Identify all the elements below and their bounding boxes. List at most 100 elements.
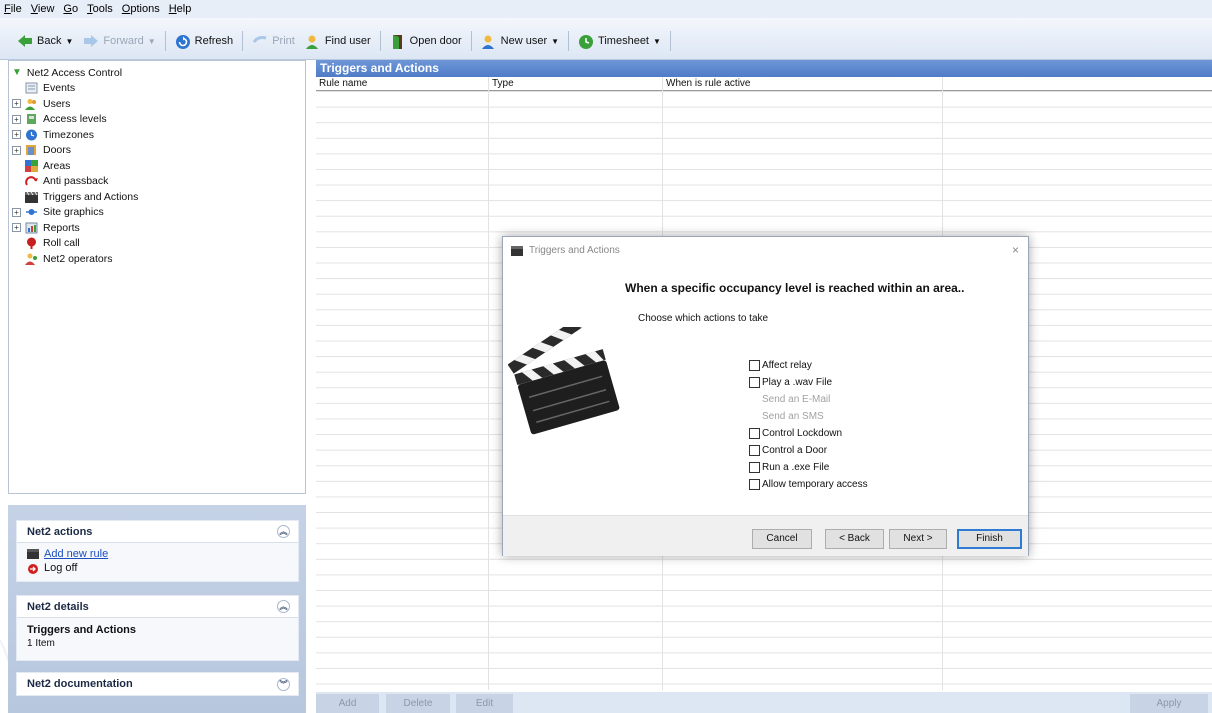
cancel-button[interactable]: Cancel	[752, 529, 812, 549]
tree-item-net2-operators[interactable]: Net2 operators	[9, 251, 305, 267]
dialog-footer: Cancel < Back Next > Finish	[503, 515, 1028, 556]
menu-file[interactable]: File	[4, 3, 22, 15]
tree-item-access-levels[interactable]: + Access levels	[9, 112, 305, 128]
tree-item-label: Site graphics	[43, 206, 104, 219]
option-control-lockdown[interactable]: Control Lockdown	[749, 425, 868, 442]
tree-item-areas[interactable]: Areas	[9, 158, 305, 174]
tree-item-label: Areas	[43, 159, 71, 172]
tree-item-doors[interactable]: + Doors	[9, 143, 305, 159]
log-off-label[interactable]: Log off	[44, 562, 77, 574]
add-button[interactable]: Add	[316, 694, 379, 713]
expand-icon[interactable]: +	[12, 114, 21, 124]
roll-call-icon	[25, 237, 38, 250]
option-label: Send an SMS	[762, 411, 824, 422]
option-label: Control a Door	[762, 445, 828, 456]
close-icon[interactable]: ×	[1012, 243, 1019, 257]
tree-item-reports[interactable]: + Reports	[9, 220, 305, 236]
tree-item-users[interactable]: + Users	[9, 96, 305, 112]
option-control-a-door[interactable]: Control a Door	[749, 442, 868, 459]
option-label: Play a .wav File	[762, 377, 833, 388]
checkbox[interactable]	[749, 445, 760, 456]
open-door-label: Open door	[409, 35, 462, 47]
clapperboard-icon	[511, 245, 523, 256]
finish-button[interactable]: Finish	[957, 529, 1022, 549]
menu-go[interactable]: Go	[63, 3, 78, 15]
collapse-icon[interactable]: ︽	[277, 525, 290, 538]
column-header-rule-name[interactable]: Rule name	[316, 77, 489, 90]
delete-button[interactable]: Delete	[386, 694, 450, 713]
tree-item-label: Reports	[43, 221, 80, 234]
tree-item-site-graphics[interactable]: + Site graphics	[9, 205, 305, 221]
apply-button[interactable]: Apply	[1130, 694, 1208, 713]
chevron-down-icon[interactable]: ▼	[148, 37, 156, 46]
expand-icon[interactable]: +	[12, 130, 21, 140]
next-button[interactable]: Next >	[889, 529, 947, 549]
net2-actions-title: Net2 actions	[27, 525, 93, 538]
dialog-subheading: Choose which actions to take	[638, 313, 769, 324]
option-run-a-exe-file[interactable]: Run a .exe File	[749, 459, 868, 476]
expand-icon[interactable]: +	[12, 99, 21, 109]
chevron-down-icon[interactable]: ▼	[551, 37, 559, 46]
tree-item-timezones[interactable]: + Timezones	[9, 127, 305, 143]
option-affect-relay[interactable]: Affect relay	[749, 357, 868, 374]
tree-item-roll-call[interactable]: Roll call	[9, 236, 305, 252]
edit-button[interactable]: Edit	[456, 694, 513, 713]
option-play-a-wav-file[interactable]: Play a .wav File	[749, 374, 868, 391]
refresh-icon	[175, 34, 191, 49]
action-options: Affect relay Play a .wav File Send an E-Ma…	[749, 357, 868, 493]
net2-details-header[interactable]: Net2 details ︽	[17, 596, 298, 618]
checkbox[interactable]	[749, 462, 760, 473]
option-allow-temporary-access[interactable]: Allow temporary access	[749, 476, 868, 493]
chevron-down-icon[interactable]: ▼	[65, 37, 73, 46]
details-count: 1 Item	[27, 638, 55, 649]
tree-item-label: Events	[43, 82, 76, 95]
expand-icon[interactable]: +	[12, 145, 21, 155]
add-new-rule-link[interactable]: Add new rule	[27, 547, 288, 561]
menu-tools[interactable]: Tools	[87, 3, 113, 15]
net2-actions-header[interactable]: Net2 actions ︽	[17, 521, 298, 543]
back-button[interactable]: Back ▼	[12, 32, 78, 50]
find-user-label: Find user	[324, 35, 371, 47]
toolbar-separator	[164, 31, 166, 51]
clock-icon	[578, 34, 594, 49]
tree-item-anti-passback[interactable]: Anti passback	[9, 174, 305, 190]
door-icon	[390, 34, 406, 49]
net2-details-title: Net2 details	[27, 600, 89, 613]
log-off-link[interactable]: Log off	[27, 561, 288, 575]
net2-actions-panel: Net2 actions ︽ Add new rule Log off	[16, 520, 299, 582]
expand-icon[interactable]: +	[12, 207, 21, 217]
checkbox[interactable]	[749, 377, 760, 388]
new-user-button[interactable]: New user ▼	[476, 32, 564, 50]
doors-icon	[25, 144, 38, 156]
find-user-button[interactable]: Find user	[300, 32, 376, 50]
column-header-type[interactable]: Type	[489, 77, 663, 90]
checkbox[interactable]	[749, 360, 760, 371]
tree-collapse-icon[interactable]: ▼	[12, 67, 22, 78]
events-icon	[25, 82, 38, 94]
forward-button[interactable]: Forward ▼	[78, 32, 160, 50]
tree-root[interactable]: ▼ Net2 Access Control	[9, 65, 305, 81]
menu-options[interactable]: Options	[122, 3, 160, 15]
column-header-when-active[interactable]: When is rule active	[663, 77, 943, 90]
checkbox[interactable]	[749, 428, 760, 439]
checkbox[interactable]	[749, 479, 760, 490]
back-arrow-icon	[17, 34, 33, 48]
back-button-dialog[interactable]: < Back	[825, 529, 884, 549]
refresh-button[interactable]: Refresh	[170, 32, 239, 50]
open-door-button[interactable]: Open door	[385, 32, 467, 50]
operators-icon	[25, 253, 38, 265]
print-button[interactable]: Print	[247, 32, 300, 50]
tree-item-triggers-and-actions[interactable]: Triggers and Actions	[9, 189, 305, 205]
expand-icon[interactable]: ︾	[277, 677, 290, 691]
menu-help[interactable]: Help	[169, 3, 192, 15]
menu-view[interactable]: View	[31, 3, 55, 15]
net2-documentation-header[interactable]: Net2 documentation ︾	[17, 673, 298, 695]
dialog-title-bar[interactable]: Triggers and Actions	[503, 237, 1028, 264]
timezones-icon	[25, 129, 38, 141]
tree-item-events[interactable]: Events	[9, 81, 305, 97]
add-new-rule-label[interactable]: Add new rule	[44, 548, 108, 560]
timesheet-button[interactable]: Timesheet ▼	[573, 32, 666, 50]
chevron-down-icon[interactable]: ▼	[653, 37, 661, 46]
expand-icon[interactable]: +	[12, 223, 21, 233]
collapse-icon[interactable]: ︽	[277, 600, 290, 613]
